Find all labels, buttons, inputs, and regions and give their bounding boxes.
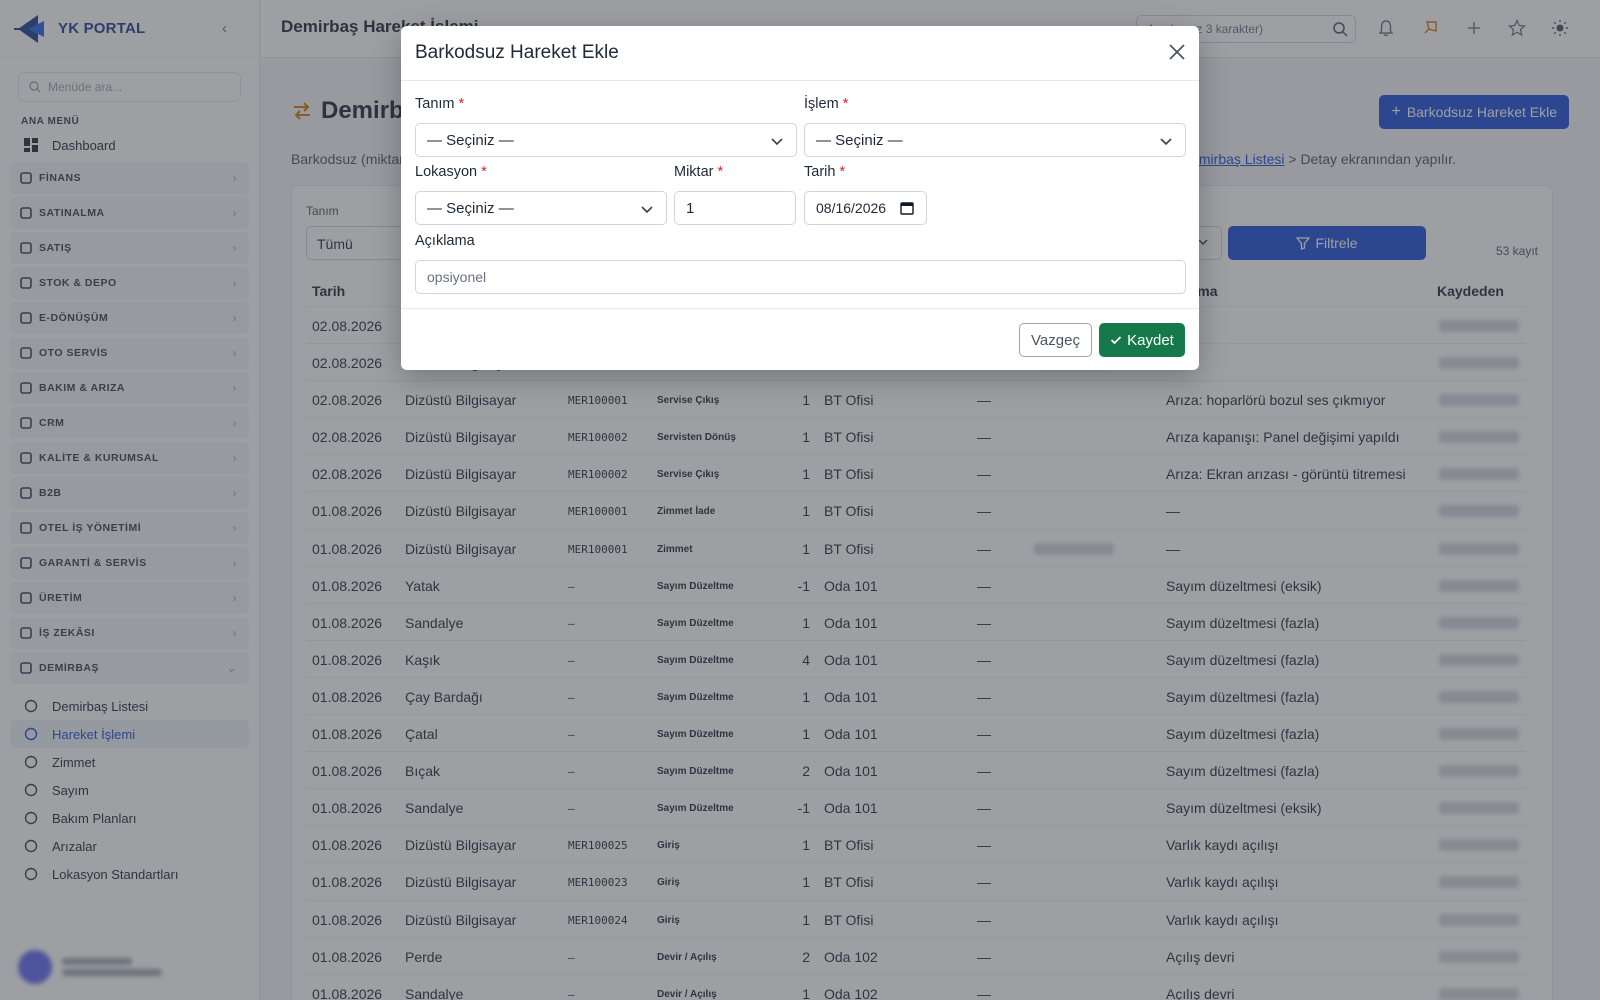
tanim-select-value: — Seçiniz —	[427, 132, 514, 149]
save-button[interactable]: Kaydet	[1099, 323, 1185, 357]
miktar-label-text: Miktar	[674, 164, 714, 180]
miktar-input[interactable]: 1	[674, 191, 796, 225]
modal-footer: Vazgeç Kaydet	[401, 308, 1199, 370]
close-icon[interactable]	[1167, 42, 1187, 62]
islem-label-text: İşlem	[804, 96, 839, 112]
tarih-label-text: Tarih	[804, 164, 836, 180]
chevron-down-icon	[641, 206, 653, 214]
modal-header: Barkodsuz Hareket Ekle	[401, 26, 1199, 81]
islem-select-value: — Seçiniz —	[816, 132, 903, 149]
chevron-down-icon	[771, 138, 783, 146]
modal-title: Barkodsuz Hareket Ekle	[415, 42, 619, 63]
cancel-button[interactable]: Vazgeç	[1019, 323, 1092, 357]
tanim-label-text: Tanım	[415, 96, 455, 112]
lokasyon-label-text: Lokasyon	[415, 164, 478, 180]
tanim-select[interactable]: — Seçiniz —	[415, 123, 797, 157]
lokasyon-select[interactable]: — Seçiniz —	[415, 191, 667, 225]
lokasyon-label: Lokasyon *	[415, 164, 487, 180]
aciklama-placeholder: opsiyonel	[427, 269, 487, 285]
required-mark: *	[717, 164, 724, 180]
tanim-label: Tanım *	[415, 96, 464, 112]
save-label: Kaydet	[1127, 331, 1174, 349]
check-icon	[1111, 336, 1122, 345]
required-mark: *	[481, 164, 487, 180]
tarih-input[interactable]: 08/16/2026	[804, 191, 927, 225]
aciklama-label: Açıklama	[415, 233, 475, 249]
aciklama-input[interactable]: opsiyonel	[415, 260, 1186, 294]
miktar-value: 1	[686, 200, 695, 217]
islem-select[interactable]: — Seçiniz —	[804, 123, 1186, 157]
miktar-label: Miktar *	[674, 164, 723, 180]
chevron-down-icon	[1160, 138, 1172, 146]
tarih-label: Tarih *	[804, 164, 845, 180]
tarih-value: 08/16/2026	[816, 200, 887, 216]
required-mark: *	[842, 96, 849, 112]
required-mark: *	[839, 164, 846, 180]
lokasyon-select-value: — Seçiniz —	[427, 200, 514, 217]
calendar-icon[interactable]	[900, 201, 914, 215]
required-mark: *	[458, 96, 465, 112]
islem-label: İşlem *	[804, 96, 848, 112]
cancel-label: Vazgeç	[1031, 331, 1080, 349]
add-movement-modal: Barkodsuz Hareket Ekle Tanım * — Seçiniz…	[401, 26, 1199, 370]
